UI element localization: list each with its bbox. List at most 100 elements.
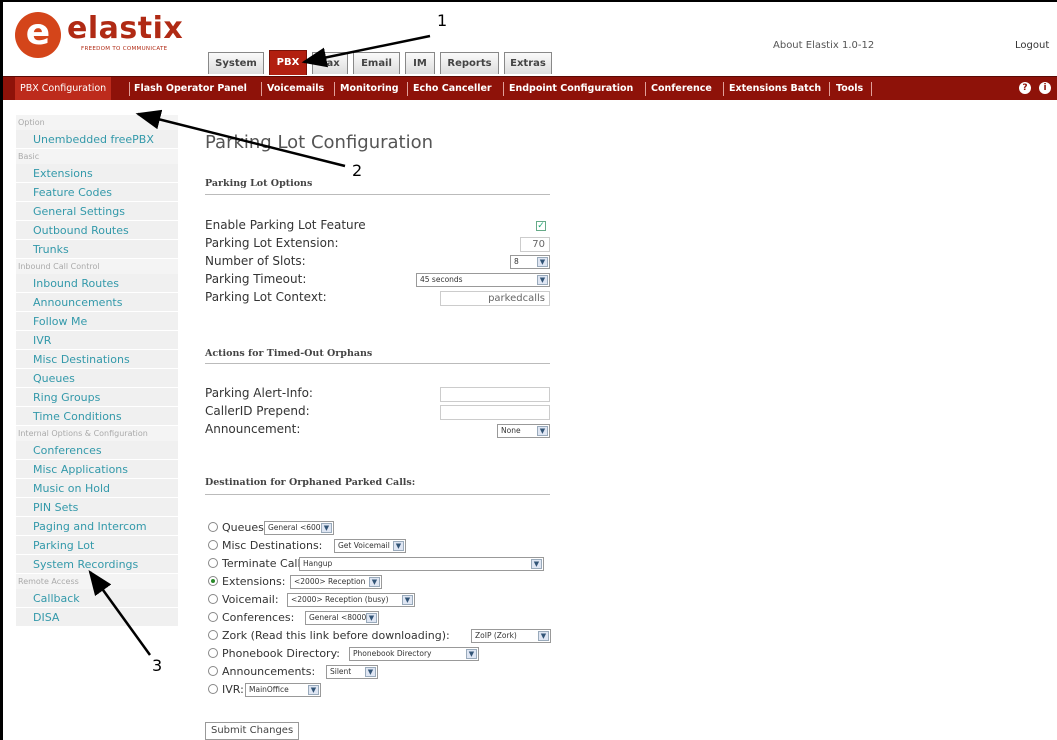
sidebar-item-conferences[interactable]: Conferences [16,441,178,460]
help-icon[interactable]: ? [1019,82,1031,94]
announcement-label: Announcement: [205,422,301,436]
sidebar-item-misc-applications[interactable]: Misc Applications [16,460,178,479]
sidebar-item-paging-intercom[interactable]: Paging and Intercom [16,517,178,536]
submit-changes-button[interactable]: Submit Changes [205,722,300,740]
destination-announcements-select[interactable]: Silent ▼ [326,665,378,679]
tab-im[interactable]: IM [405,52,435,74]
subnav-conference[interactable]: Conference [651,77,712,100]
section-divider [205,363,550,364]
subnav-voicemails[interactable]: Voicemails [267,77,324,100]
parking-lot-context-input[interactable]: parkedcalls [440,291,550,306]
destination-conferences-select[interactable]: General <8000> ▼ [305,611,379,625]
tab-system[interactable]: System [208,52,264,74]
destination-voicemail-select[interactable]: <2000> Reception (busy) ▼ [287,593,415,607]
destination-zork-label[interactable]: Zork (Read this link before downloading)… [222,628,450,643]
destination-ivr-select[interactable]: MainOffice ▼ [245,683,321,697]
destination-extensions-value: <2000> Reception [294,577,366,586]
parking-lot-extension-input[interactable]: 70 [520,237,550,252]
section-timed-out-orphans: Actions for Timed-Out Orphans [205,348,373,359]
tab-fax[interactable]: Fax [312,52,348,74]
destination-queues-radio[interactable] [208,522,218,532]
sidebar-item-follow-me[interactable]: Follow Me [16,312,178,331]
parking-timeout-label: Parking Timeout: [205,272,307,286]
sidebar-item-pin-sets[interactable]: PIN Sets [16,498,178,517]
destination-announcements-radio[interactable] [208,666,218,676]
about-link[interactable]: About Elastix 1.0-12 [773,40,874,51]
destination-misc-select[interactable]: Get Voicemail ▼ [334,539,406,553]
sidebar-item-general-settings[interactable]: General Settings [16,202,178,221]
sidebar-item-feature-codes[interactable]: Feature Codes [16,183,178,202]
sidebar-item-ring-groups[interactable]: Ring Groups [16,388,178,407]
chevron-down-icon: ▼ [537,426,548,436]
announcement-value: None [501,426,521,435]
callerid-prepend-label: CallerID Prepend: [205,404,310,418]
annotation-label-2: 2 [352,161,363,180]
sidebar-item-misc-destinations[interactable]: Misc Destinations [16,350,178,369]
subnav-separator [261,82,262,96]
sidebar-item-announcements[interactable]: Announcements [16,293,178,312]
enable-parking-lot-checkbox[interactable]: ✓ [536,221,546,231]
destination-ivr-radio[interactable] [208,684,218,694]
subnav-echo-canceller[interactable]: Echo Canceller [413,77,492,100]
section-orphaned-destination: Destination for Orphaned Parked Calls: [205,477,416,488]
sidebar-item-music-on-hold[interactable]: Music on Hold [16,479,178,498]
parking-lot-extension-label: Parking Lot Extension: [205,236,339,250]
sidebar-item-unembedded-freepbx[interactable]: Unembedded freePBX [16,130,178,149]
subnav-extensions-batch[interactable]: Extensions Batch [729,77,821,100]
subnav-separator [334,82,335,96]
sidebar-item-system-recordings[interactable]: System Recordings [16,555,178,574]
destination-terminate-radio[interactable] [208,558,218,568]
destination-zork-select[interactable]: ZoIP (Zork) ▼ [471,629,551,643]
destination-voicemail-radio[interactable] [208,594,218,604]
tab-pbx[interactable]: PBX [269,50,307,75]
sidebar-item-disa[interactable]: DISA [16,608,178,627]
destination-ivr-label: IVR: [222,683,244,696]
parking-alert-info-label: Parking Alert-Info: [205,386,313,400]
subnav-tools[interactable]: Tools [836,77,863,100]
sidebar-item-time-conditions[interactable]: Time Conditions [16,407,178,426]
destination-extensions-radio[interactable] [208,576,218,586]
destination-zork-radio[interactable] [208,630,218,640]
tab-extras[interactable]: Extras [504,52,552,74]
subnav-pbx-configuration[interactable]: PBX Configuration [15,77,112,100]
announcement-select[interactable]: None ▼ [497,424,550,438]
sidebar-item-inbound-routes[interactable]: Inbound Routes [16,274,178,293]
destination-phonebook-radio[interactable] [208,648,218,658]
subnav-flash-operator-panel[interactable]: Flash Operator Panel [134,77,247,100]
destination-phonebook-select[interactable]: Phonebook Directory ▼ [349,647,479,661]
frame-border-left [0,0,3,740]
logo-e-glyph: e [25,12,51,53]
chevron-down-icon: ▼ [365,667,376,677]
destination-extensions-select[interactable]: <2000> Reception ▼ [290,575,382,589]
tab-reports[interactable]: Reports [440,52,499,74]
section-divider [205,494,550,495]
sidebar-item-callback[interactable]: Callback [16,589,178,608]
destination-phonebook-label: Phonebook Directory: [222,647,340,660]
sidebar-item-outbound-routes[interactable]: Outbound Routes [16,221,178,240]
sidebar-item-parking-lot[interactable]: Parking Lot [16,536,178,555]
subnav-endpoint-configuration[interactable]: Endpoint Configuration [509,77,633,100]
chevron-down-icon: ▼ [466,649,477,659]
sidebar-item-extensions[interactable]: Extensions [16,164,178,183]
parking-timeout-select[interactable]: 45 seconds ▼ [416,273,550,287]
destination-misc-value: Get Voicemail [338,541,390,550]
subnav-monitoring[interactable]: Monitoring [340,77,399,100]
destination-misc-radio[interactable] [208,540,218,550]
info-icon[interactable]: i [1039,82,1051,94]
logout-link[interactable]: Logout [1015,40,1049,51]
sidebar-item-queues[interactable]: Queues [16,369,178,388]
parking-alert-info-input[interactable] [440,387,550,402]
destination-terminate-select[interactable]: Hangup ▼ [299,557,544,571]
parking-timeout-value: 45 seconds [420,275,463,284]
destination-queues-value: General <600> [268,523,327,532]
chevron-down-icon: ▼ [308,685,319,695]
destination-conferences-label: Conferences: [222,611,295,624]
sidebar-item-trunks[interactable]: Trunks [16,240,178,259]
number-of-slots-select[interactable]: 8 ▼ [510,255,550,269]
destination-conferences-radio[interactable] [208,612,218,622]
callerid-prepend-input[interactable] [440,405,550,420]
sidebar-item-ivr[interactable]: IVR [16,331,178,350]
tab-email[interactable]: Email [353,52,400,74]
destination-queues-select[interactable]: General <600> ▼ [264,521,334,535]
elastix-logo[interactable]: e elastix FREEDOM TO COMMUNICATE [15,12,200,62]
